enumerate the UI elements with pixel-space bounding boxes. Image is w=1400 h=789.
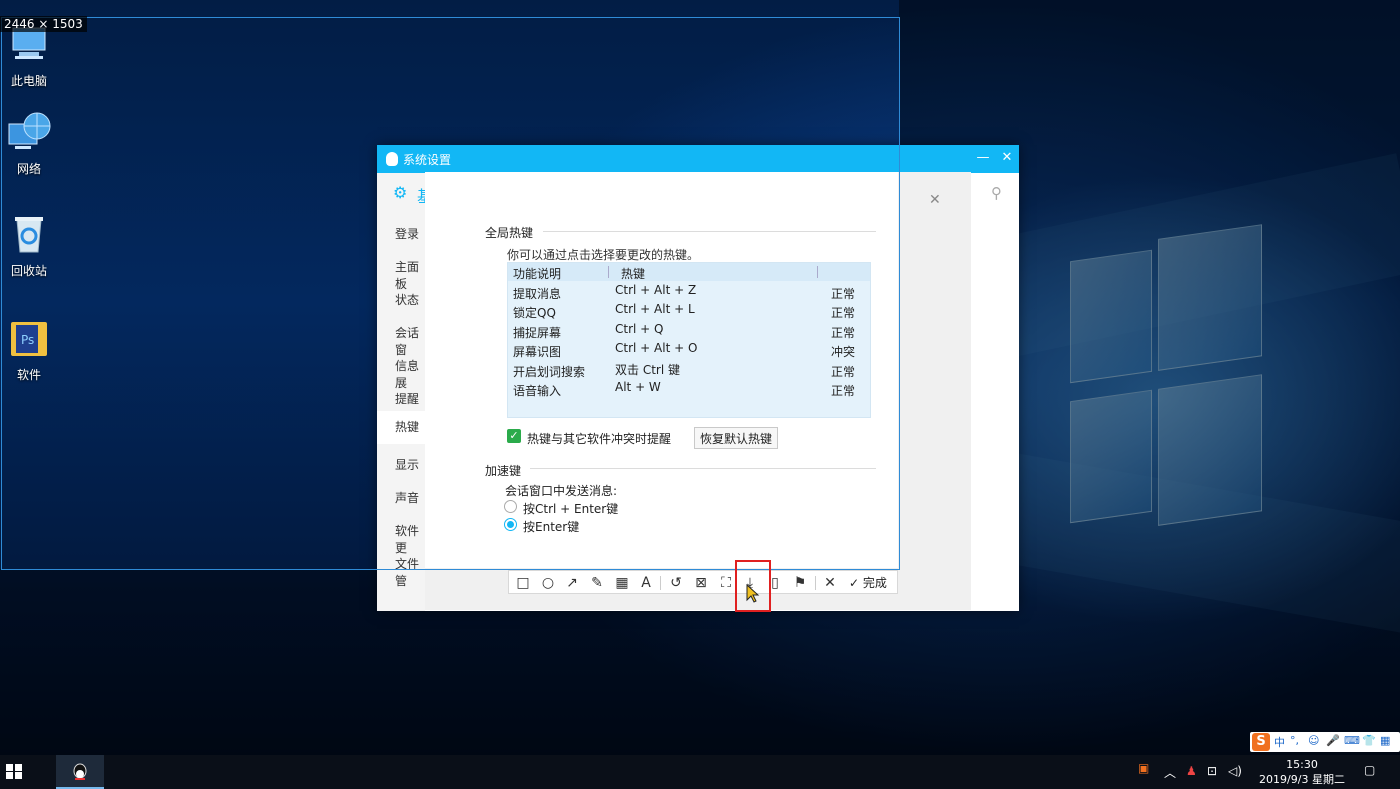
ime-toolbar: S 中 °, ☺ 🎤 ⌨ 👕 ▦ [1250,732,1400,752]
mosaic-icon[interactable]: ▦ [613,574,631,592]
ocr-icon[interactable]: ⊠ [692,574,710,592]
network-tray-icon[interactable]: ⊡ [1207,764,1217,778]
screenshot-selection-frame[interactable] [1,17,900,570]
punctuation-icon[interactable]: °, [1290,734,1299,747]
minimize-button[interactable]: — [973,148,993,168]
pin-icon[interactable]: ⚑ [791,574,809,592]
notification-center-icon[interactable]: ▢ [1364,763,1375,777]
volume-icon[interactable]: ◁) [1228,764,1242,778]
skin-icon[interactable]: 👕 [1362,734,1376,747]
ime-mode-label[interactable]: 中 [1274,734,1285,750]
cancel-icon[interactable]: ✕ [821,574,839,592]
selection-size-label: 2446 × 1503 [0,16,87,32]
show-hidden-icons-chevron-icon[interactable]: ︿ [1164,764,1176,781]
undo-icon[interactable]: ↺ [667,574,685,592]
ellipse-icon[interactable]: ○ [539,574,557,592]
done-button[interactable]: ✓ 完成 [849,574,887,592]
close-panel-icon[interactable]: ✕ [929,192,941,208]
text-icon[interactable]: A [637,574,655,592]
check-icon: ✓ [849,576,860,590]
pen-icon[interactable]: ✎ [588,574,606,592]
start-button[interactable] [6,764,24,780]
close-button[interactable]: ✕ [997,148,1017,168]
emoji-icon[interactable]: ☺ [1308,734,1319,747]
search-icon[interactable]: ⚲ [991,184,1002,202]
scroll-capture-icon[interactable]: ⛶ [717,574,735,592]
arrow-icon[interactable]: ↗ [563,574,581,592]
taskbar-app-qq[interactable] [56,755,104,789]
microphone-icon[interactable]: 🎤 [1326,734,1340,747]
clock-time: 15:30 [1286,758,1318,771]
sogou-tray-icon[interactable]: ▣ [1138,761,1149,775]
qq-tray-icon[interactable]: ♟ [1186,764,1197,778]
taskbar: ▣ ︿ ♟ ⊡ ◁) ▢ [0,755,1400,789]
done-label: 完成 [862,576,887,590]
toolbar-separator [815,576,816,590]
keyboard-icon[interactable]: ⌨ [1344,734,1360,747]
toolbar-separator [660,576,661,590]
clock-date: 2019/9/3 星期二 [1259,773,1345,786]
qq-penguin-icon [73,763,87,780]
sogou-ime-icon[interactable]: S [1252,733,1270,751]
taskbar-clock[interactable]: 15:30 2019/9/3 星期二 [1252,757,1352,787]
screenshot-toolbar: □ ○ ↗ ✎ ▦ A ↺ ⊠ ⛶ ⤓ ▯ ⚑ ✕ ✓ 完成 [508,570,898,594]
rectangle-icon[interactable]: □ [514,574,532,592]
cursor-icon [746,584,760,603]
toolbox-icon[interactable]: ▦ [1380,734,1390,747]
